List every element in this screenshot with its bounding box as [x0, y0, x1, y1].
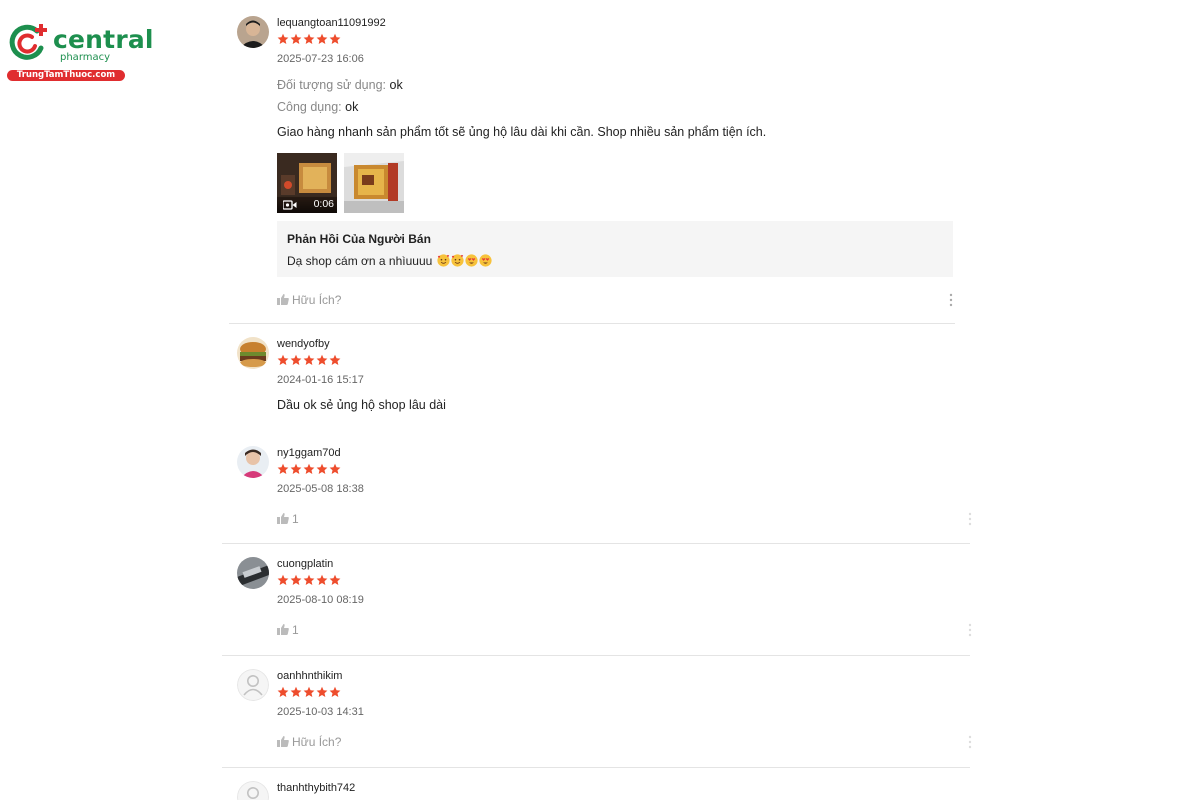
star-icon: [303, 686, 315, 697]
review-username: thanhthybith742: [277, 782, 356, 794]
video-duration: 0:06: [313, 198, 334, 210]
review-username: ny1ggam70d: [277, 447, 341, 459]
review-image-thumbnail[interactable]: [344, 153, 404, 213]
review-divider: [222, 543, 970, 544]
star-icon: [329, 33, 341, 44]
review-date: 2025-10-03 14:31: [277, 706, 364, 718]
review-video-thumbnail[interactable]: 0:06: [277, 153, 337, 213]
seller-reply-text: Dạ shop cám ơn a nhìuuuu: [287, 254, 433, 268]
seller-reply-title: Phản Hồi Của Người Bán: [287, 232, 431, 246]
seller-reply: Phản Hồi Của Người Bán Dạ shop cám ơn a …: [277, 221, 953, 277]
avatar[interactable]: [237, 337, 269, 369]
helpful-count: 1: [292, 512, 299, 526]
star-icon: [290, 33, 302, 44]
review-date: 2025-08-10 08:19: [277, 594, 364, 606]
avatar[interactable]: [237, 669, 269, 701]
star-icon: [290, 686, 302, 697]
avatar[interactable]: [237, 16, 269, 48]
star-rating: [277, 686, 342, 700]
review-divider: [229, 323, 955, 324]
star-icon: [329, 463, 341, 474]
star-icon: [290, 574, 302, 585]
helpful-count: 1: [292, 623, 299, 637]
review-date: 2025-05-08 18:38: [277, 483, 364, 495]
review-username: cuongplatin: [277, 558, 334, 570]
avatar[interactable]: [237, 781, 269, 800]
star-icon: [316, 463, 328, 474]
star-icon: [277, 686, 289, 697]
helpful-button[interactable]: 1: [277, 512, 299, 526]
star-icon: [277, 354, 289, 365]
star-icon: [303, 463, 315, 474]
star-rating: [277, 354, 342, 368]
default-user-icon: [237, 781, 269, 800]
star-rating: [277, 463, 342, 477]
review-username: lequangtoan11091992: [277, 17, 386, 29]
field-label: Đối tượng sử dụng:: [277, 78, 387, 92]
heart-eyes-icon: [465, 254, 478, 267]
review-divider: [222, 655, 970, 656]
star-icon: [329, 686, 341, 697]
seller-reply-text-row: Dạ shop cám ơn a nhìuuuu: [287, 254, 492, 268]
heart-eyes-icon: [479, 254, 492, 267]
star-icon: [303, 354, 315, 365]
star-icon: [316, 354, 328, 365]
review-field-target-user: Đối tượng sử dụng: ok: [277, 78, 403, 92]
video-camera-icon: [283, 200, 297, 210]
helpful-button[interactable]: 1: [277, 623, 299, 637]
thumbs-up-icon: [277, 513, 289, 524]
star-icon: [329, 354, 341, 365]
star-icon: [303, 574, 315, 585]
review-list: lequangtoan11091992 2025-07-23 16:06 Đối…: [0, 0, 1200, 800]
field-label: Công dụng:: [277, 100, 342, 114]
avatar[interactable]: [237, 557, 269, 589]
review-date: 2025-07-23 16:06: [277, 53, 364, 65]
star-rating: [277, 574, 342, 588]
review-comment: Giao hàng nhanh sản phẩm tốt sẽ ủng hộ l…: [277, 125, 767, 139]
star-icon: [290, 463, 302, 474]
star-icon: [303, 33, 315, 44]
star-icon: [316, 33, 328, 44]
review-comment: Dầu ok sẻ ủng hộ shop lâu dài: [277, 398, 446, 412]
more-options-icon[interactable]: [968, 623, 972, 637]
helpful-button[interactable]: Hữu Ích?: [277, 735, 341, 749]
helpful-button[interactable]: Hữu Ích?: [277, 293, 341, 307]
thumbs-up-icon: [277, 736, 289, 747]
review-field-usage: Công dụng: ok: [277, 100, 358, 114]
star-icon: [316, 574, 328, 585]
smiling-face-with-hearts-icon: [451, 254, 464, 267]
star-icon: [329, 574, 341, 585]
star-icon: [277, 574, 289, 585]
review-username: oanhhnthikim: [277, 670, 343, 682]
star-icon: [290, 354, 302, 365]
more-options-icon[interactable]: [968, 512, 972, 526]
star-icon: [277, 33, 289, 44]
helpful-label: Hữu Ích?: [292, 293, 342, 307]
field-value: ok: [389, 78, 403, 92]
helpful-label: Hữu Ích?: [292, 735, 342, 749]
smiling-face-with-hearts-icon: [437, 254, 450, 267]
review-item: thanhthybith742: [237, 781, 972, 800]
avatar[interactable]: [237, 446, 269, 478]
star-rating: [277, 33, 342, 47]
review-date: 2024-01-16 15:17: [277, 374, 364, 386]
star-icon: [316, 686, 328, 697]
more-options-icon[interactable]: [949, 293, 953, 307]
review-divider: [222, 767, 970, 768]
review-username: wendyofby: [277, 338, 330, 350]
thumbs-up-icon: [277, 294, 289, 305]
field-value: ok: [345, 100, 359, 114]
default-user-icon: [237, 669, 269, 701]
more-options-icon[interactable]: [968, 735, 972, 749]
star-icon: [277, 463, 289, 474]
thumbs-up-icon: [277, 624, 289, 635]
